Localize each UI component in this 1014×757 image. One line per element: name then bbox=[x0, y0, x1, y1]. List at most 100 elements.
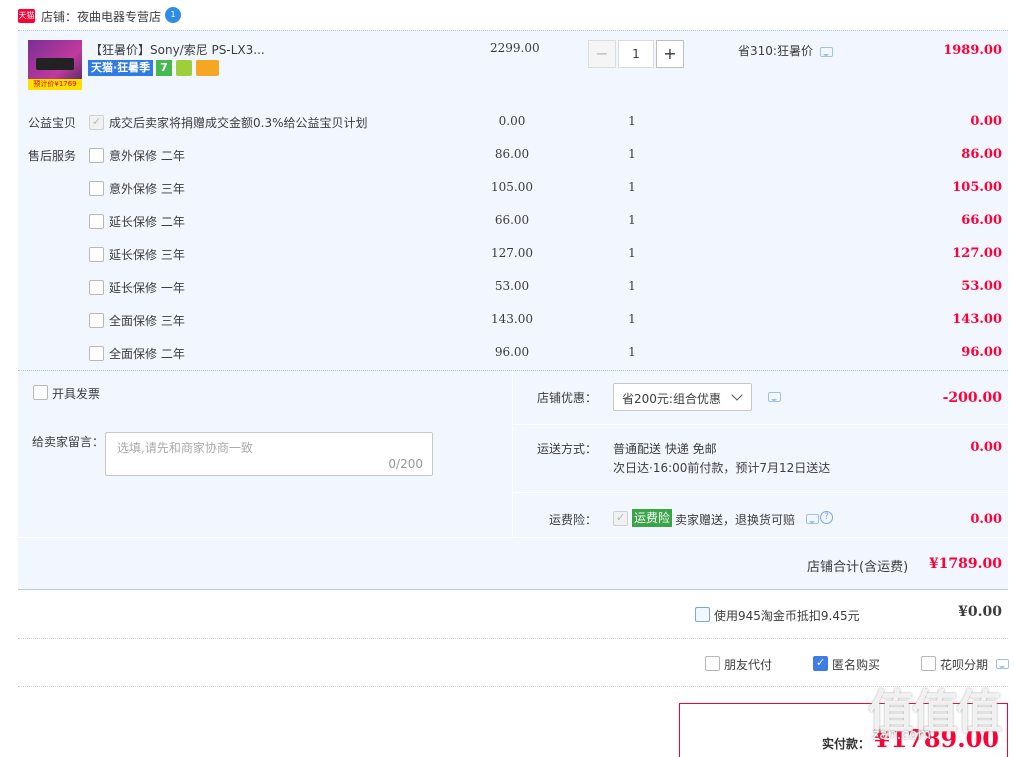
discount-comment-icon[interactable] bbox=[768, 392, 781, 402]
service-checkbox[interactable] bbox=[89, 280, 104, 295]
charity-text: 成交后卖家将捐赠成交金额0.3%给公益宝贝计划 bbox=[109, 116, 368, 130]
guarantee-icon[interactable] bbox=[176, 60, 192, 76]
freight-comment-icon[interactable] bbox=[806, 514, 819, 524]
quantity-stepper: − 1 + bbox=[588, 40, 684, 68]
service-name: 延长保修 三年 bbox=[109, 248, 185, 262]
panel-divider-h3 bbox=[18, 537, 1008, 538]
quantity-input[interactable]: 1 bbox=[618, 40, 654, 68]
friend-pay-label[interactable]: 朋友代付 bbox=[724, 656, 772, 673]
service-checkbox[interactable] bbox=[89, 148, 104, 163]
charity-checkbox bbox=[89, 115, 104, 130]
panel-divider bbox=[512, 370, 513, 538]
charity-price: 0.00 bbox=[498, 114, 526, 128]
invoice-checkbox[interactable] bbox=[33, 385, 48, 400]
seven-day-return-icon[interactable]: 7 bbox=[156, 60, 172, 76]
coins-checkbox[interactable] bbox=[695, 607, 710, 622]
huabei-label[interactable]: 花呗分期 bbox=[940, 656, 988, 673]
service-checkbox[interactable] bbox=[89, 247, 104, 262]
promo-comment-icon[interactable] bbox=[820, 47, 833, 57]
freight-insurance-text: 卖家赠送，退换货可赔 bbox=[675, 513, 796, 527]
freight-insurance-label: 运费险： bbox=[549, 513, 598, 527]
card-pay-icon[interactable] bbox=[196, 60, 219, 76]
service-total: 105.00 bbox=[952, 180, 1002, 195]
message-counter: 0/200 bbox=[388, 457, 423, 471]
charity-label: 公益宝贝 bbox=[28, 116, 77, 130]
service-total: 96.00 bbox=[961, 345, 1002, 360]
product-price: 2299.00 bbox=[490, 41, 540, 55]
decrease-qty-button[interactable]: − bbox=[588, 40, 616, 68]
service-price: 105.00 bbox=[491, 180, 533, 194]
service-name: 全面保修 三年 bbox=[109, 314, 185, 328]
message-textarea[interactable]: 选填,请先和商家协商一致 0/200 bbox=[105, 432, 433, 476]
turntable-image-icon bbox=[36, 58, 74, 70]
charity-total: 0.00 bbox=[970, 114, 1002, 129]
freight-insurance-badge: 运费险 bbox=[632, 509, 673, 527]
panel-divider-h1 bbox=[513, 424, 1008, 425]
shop-total-amount: ¥1789.00 bbox=[928, 556, 1002, 572]
anonymous-label[interactable]: 匿名购买 bbox=[832, 656, 880, 673]
discount-amount: -200.00 bbox=[942, 390, 1002, 406]
service-checkbox[interactable] bbox=[89, 346, 104, 361]
product-thumbnail[interactable]: 预计价¥1769 bbox=[28, 40, 82, 90]
service-checkbox[interactable] bbox=[89, 313, 104, 328]
promo-text: 省310:狂暑价 bbox=[738, 44, 813, 58]
service-name: 延长保修 一年 bbox=[109, 281, 185, 295]
coins-amount: ¥0.00 bbox=[958, 604, 1002, 620]
friend-pay-checkbox[interactable] bbox=[705, 656, 720, 671]
discount-label: 店铺优惠： bbox=[537, 391, 598, 405]
huabei-checkbox[interactable] bbox=[921, 656, 936, 671]
discount-select[interactable]: 省200元:组合优惠 bbox=[613, 383, 752, 411]
divider bbox=[18, 686, 1008, 687]
divider bbox=[18, 638, 1008, 639]
service-price: 96.00 bbox=[494, 345, 530, 359]
product-title-link[interactable]: 【狂暑价】Sony/索尼 PS-LX3... bbox=[90, 41, 265, 58]
service-qty: 1 bbox=[628, 147, 636, 161]
wangwang-chat-icon[interactable]: 1 bbox=[165, 7, 181, 23]
service-price: 143.00 bbox=[491, 312, 533, 326]
chevron-down-icon bbox=[731, 389, 743, 401]
service-total: 66.00 bbox=[961, 213, 1002, 228]
help-question-icon[interactable]: ? bbox=[820, 511, 833, 524]
site-watermark-url: zan.com bbox=[872, 727, 932, 743]
shipping-label: 运送方式： bbox=[537, 442, 598, 456]
service-qty: 1 bbox=[628, 213, 636, 227]
service-label: 售后服务 bbox=[28, 149, 77, 163]
increase-qty-button[interactable]: + bbox=[656, 40, 684, 68]
shipping-method: 普通配送 快递 免邮 bbox=[613, 442, 717, 456]
shipping-eta: 次日达·16:00前付款，预计7月12日送达 bbox=[613, 461, 831, 475]
service-qty: 1 bbox=[628, 345, 636, 359]
product-total: 1989.00 bbox=[943, 43, 1002, 58]
service-qty: 1 bbox=[628, 246, 636, 260]
service-qty: 1 bbox=[628, 180, 636, 194]
service-qty: 1 bbox=[628, 279, 636, 293]
service-price: 127.00 bbox=[491, 246, 533, 260]
service-total: 53.00 bbox=[961, 279, 1002, 294]
service-qty: 1 bbox=[628, 312, 636, 326]
service-checkbox[interactable] bbox=[89, 214, 104, 229]
discount-selected-value: 省200元:组合优惠 bbox=[622, 392, 721, 406]
service-total: 143.00 bbox=[952, 312, 1002, 327]
service-name: 全面保修 二年 bbox=[109, 347, 185, 361]
freight-insurance-checkbox bbox=[613, 511, 628, 526]
panel-divider-h2 bbox=[513, 492, 1008, 493]
shop-total-label: 店铺合计(含运费) bbox=[807, 560, 909, 575]
service-price: 86.00 bbox=[494, 147, 530, 161]
service-name: 意外保修 二年 bbox=[109, 149, 185, 163]
huabei-comment-icon[interactable] bbox=[996, 659, 1009, 669]
service-checkbox[interactable] bbox=[89, 181, 104, 196]
message-placeholder: 选填,请先和商家协商一致 bbox=[117, 441, 253, 455]
freight-insurance-amount: 0.00 bbox=[970, 512, 1002, 527]
service-name: 意外保修 三年 bbox=[109, 182, 185, 196]
service-name: 延长保修 二年 bbox=[109, 215, 185, 229]
service-price: 66.00 bbox=[494, 213, 530, 227]
charity-qty: 1 bbox=[628, 114, 636, 128]
service-total: 127.00 bbox=[952, 246, 1002, 261]
message-label: 给卖家留言： bbox=[32, 435, 105, 449]
shop-name-link[interactable]: 店铺：夜曲电器专营店 bbox=[41, 8, 161, 25]
coins-label[interactable]: 使用945淘金币抵扣9.45元 bbox=[714, 607, 860, 624]
anonymous-checkbox[interactable] bbox=[813, 656, 828, 671]
thumbnail-price-tag: 预计价¥1769 bbox=[28, 79, 82, 90]
service-total: 86.00 bbox=[961, 147, 1002, 162]
invoice-label[interactable]: 开具发票 bbox=[52, 385, 100, 402]
payment-label: 实付款： bbox=[822, 737, 871, 751]
